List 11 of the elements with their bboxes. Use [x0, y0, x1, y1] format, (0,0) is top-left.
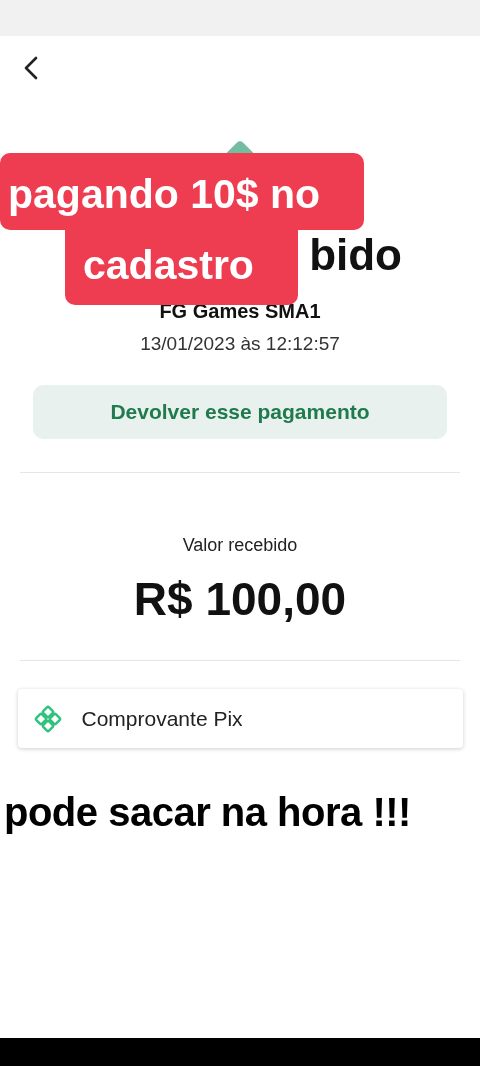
caption-text: pode sacar na hora !!!: [4, 790, 411, 835]
caption-text: pagando 10$ no: [0, 153, 365, 230]
caption-text: cadastro: [65, 230, 298, 305]
date-time: 13/01/2023 às 12:12:57: [140, 333, 340, 355]
amount-value: R$ 100,00: [133, 572, 347, 626]
refund-button[interactable]: Devolver esse pagamento: [33, 385, 447, 439]
page-title: bido: [309, 230, 402, 280]
pix-icon: [33, 704, 62, 733]
chevron-left-icon: [22, 55, 40, 81]
amount-label: Valor recebido: [182, 535, 298, 556]
receipt-item[interactable]: Comprovante Pix: [17, 689, 463, 748]
